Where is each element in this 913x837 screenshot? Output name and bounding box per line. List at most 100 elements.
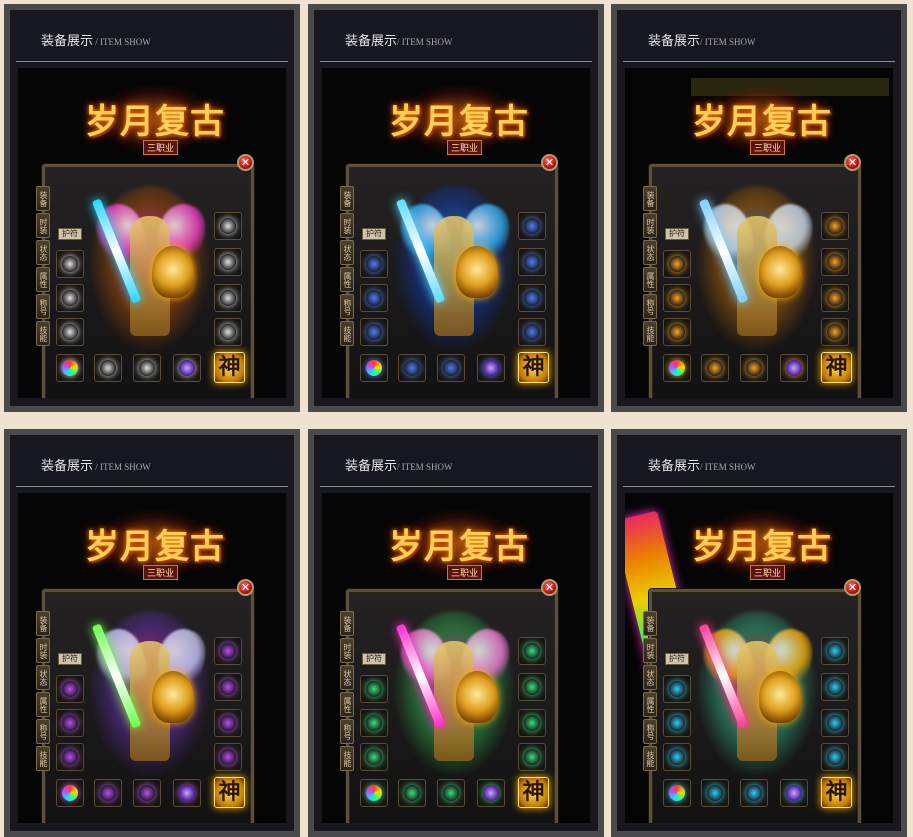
side-tab-3[interactable]: 状态 bbox=[340, 240, 354, 265]
equipment-slot[interactable] bbox=[173, 354, 201, 382]
equipment-slot[interactable] bbox=[360, 779, 388, 807]
item-show-card-6[interactable]: 装备展示/ ITEM SHOW 岁月复古 三职业 ✕ 装备 时装 状态 属性 称号 技能 … bbox=[611, 429, 907, 837]
equipment-slot[interactable] bbox=[518, 212, 546, 240]
equipment-slot[interactable] bbox=[214, 318, 242, 346]
equipment-slot[interactable] bbox=[821, 743, 849, 771]
equipment-slot[interactable] bbox=[780, 354, 808, 382]
god-equipment-slot[interactable]: 神 bbox=[821, 777, 852, 808]
equipment-slot[interactable] bbox=[518, 743, 546, 771]
side-tab-6[interactable]: 技能 bbox=[643, 321, 657, 346]
side-tab-4[interactable]: 属性 bbox=[643, 692, 657, 717]
side-tab-3[interactable]: 状态 bbox=[36, 240, 50, 265]
side-tab-5[interactable]: 称号 bbox=[340, 719, 354, 744]
equipment-slot[interactable] bbox=[663, 284, 691, 312]
side-tab-3[interactable]: 状态 bbox=[340, 665, 354, 690]
item-show-card-2[interactable]: 装备展示/ ITEM SHOW 岁月复古 三职业 ✕ 装备 时装 状态 属性 称号 技能 … bbox=[308, 4, 604, 412]
equipment-slot[interactable] bbox=[398, 779, 426, 807]
equipment-slot[interactable] bbox=[214, 248, 242, 276]
equipment-slot[interactable] bbox=[740, 354, 768, 382]
equipment-slot[interactable] bbox=[518, 673, 546, 701]
item-show-card-4[interactable]: 装备展示 / ITEM SHOW 岁月复古 三职业 ✕ 装备 时装 状态 属性 称号 技能… bbox=[4, 429, 300, 837]
equipment-slot[interactable] bbox=[214, 637, 242, 665]
equipment-slot[interactable] bbox=[56, 709, 84, 737]
equipment-slot[interactable] bbox=[360, 250, 388, 278]
side-tab-1[interactable]: 装备 bbox=[643, 611, 657, 636]
equipment-slot[interactable] bbox=[701, 354, 729, 382]
equipment-slot[interactable] bbox=[663, 675, 691, 703]
equipment-slot[interactable] bbox=[518, 637, 546, 665]
equipment-slot[interactable] bbox=[518, 248, 546, 276]
equipment-slot[interactable] bbox=[56, 250, 84, 278]
equipment-slot[interactable] bbox=[663, 318, 691, 346]
close-icon[interactable]: ✕ bbox=[844, 579, 861, 596]
item-show-card-1[interactable]: 装备展示 / ITEM SHOW 岁月复古 三职业 ✕ 装备 时装 状态 属性 称号 技能… bbox=[4, 4, 300, 412]
equipment-slot[interactable] bbox=[56, 779, 84, 807]
equipment-slot[interactable] bbox=[663, 743, 691, 771]
equipment-slot[interactable] bbox=[780, 779, 808, 807]
equipment-slot[interactable] bbox=[56, 675, 84, 703]
talisman-tag[interactable]: 护符 bbox=[665, 653, 689, 665]
side-tab-4[interactable]: 属性 bbox=[340, 267, 354, 292]
equipment-slot[interactable] bbox=[56, 284, 84, 312]
side-tab-1[interactable]: 装备 bbox=[643, 186, 657, 211]
side-tab-5[interactable]: 称号 bbox=[36, 294, 50, 319]
god-equipment-slot[interactable]: 神 bbox=[214, 352, 245, 383]
equipment-slot[interactable] bbox=[360, 284, 388, 312]
equipment-slot[interactable] bbox=[821, 318, 849, 346]
god-equipment-slot[interactable]: 神 bbox=[518, 777, 549, 808]
side-tab-6[interactable]: 技能 bbox=[340, 746, 354, 771]
item-show-card-5[interactable]: 装备展示/ ITEM SHOW 岁月复古 三职业 ✕ 装备 时装 状态 属性 称号 技能 … bbox=[308, 429, 604, 837]
talisman-tag[interactable]: 护符 bbox=[362, 228, 386, 240]
equipment-slot[interactable] bbox=[821, 284, 849, 312]
equipment-slot[interactable] bbox=[56, 743, 84, 771]
talisman-tag[interactable]: 护符 bbox=[58, 228, 82, 240]
equipment-slot[interactable] bbox=[214, 212, 242, 240]
equipment-slot[interactable] bbox=[214, 743, 242, 771]
equipment-slot[interactable] bbox=[56, 354, 84, 382]
equipment-slot[interactable] bbox=[398, 354, 426, 382]
equipment-slot[interactable] bbox=[56, 318, 84, 346]
talisman-tag[interactable]: 护符 bbox=[665, 228, 689, 240]
equipment-slot[interactable] bbox=[518, 284, 546, 312]
equipment-slot[interactable] bbox=[663, 250, 691, 278]
side-tab-3[interactable]: 状态 bbox=[643, 665, 657, 690]
side-tab-6[interactable]: 技能 bbox=[643, 746, 657, 771]
side-tab-4[interactable]: 属性 bbox=[36, 267, 50, 292]
equipment-slot[interactable] bbox=[821, 248, 849, 276]
equipment-slot[interactable] bbox=[821, 709, 849, 737]
side-tab-6[interactable]: 技能 bbox=[36, 321, 50, 346]
close-icon[interactable]: ✕ bbox=[844, 154, 861, 171]
side-tab-6[interactable]: 技能 bbox=[340, 321, 354, 346]
side-tab-3[interactable]: 状态 bbox=[643, 240, 657, 265]
side-tab-3[interactable]: 状态 bbox=[36, 665, 50, 690]
talisman-tag[interactable]: 护符 bbox=[58, 653, 82, 665]
item-show-card-3[interactable]: 装备展示/ ITEM SHOW 岁月复古 三职业 ✕ 装备 时装 状态 属性 称号 技能 … bbox=[611, 4, 907, 412]
equipment-slot[interactable] bbox=[360, 743, 388, 771]
god-equipment-slot[interactable]: 神 bbox=[821, 352, 852, 383]
side-tab-4[interactable]: 属性 bbox=[36, 692, 50, 717]
side-tab-5[interactable]: 称号 bbox=[340, 294, 354, 319]
side-tab-5[interactable]: 称号 bbox=[643, 719, 657, 744]
equipment-slot[interactable] bbox=[214, 709, 242, 737]
equipment-slot[interactable] bbox=[663, 354, 691, 382]
equipment-slot[interactable] bbox=[437, 779, 465, 807]
equipment-slot[interactable] bbox=[133, 354, 161, 382]
equipment-slot[interactable] bbox=[701, 779, 729, 807]
side-tab-4[interactable]: 属性 bbox=[643, 267, 657, 292]
side-tab-2[interactable]: 时装 bbox=[340, 213, 354, 238]
equipment-slot[interactable] bbox=[360, 709, 388, 737]
equipment-slot[interactable] bbox=[360, 675, 388, 703]
equipment-slot[interactable] bbox=[821, 673, 849, 701]
side-tab-1[interactable]: 装备 bbox=[36, 611, 50, 636]
equipment-slot[interactable] bbox=[740, 779, 768, 807]
equipment-slot[interactable] bbox=[94, 779, 122, 807]
equipment-slot[interactable] bbox=[94, 354, 122, 382]
equipment-slot[interactable] bbox=[437, 354, 465, 382]
close-icon[interactable]: ✕ bbox=[541, 154, 558, 171]
equipment-slot[interactable] bbox=[360, 318, 388, 346]
side-tab-2[interactable]: 时装 bbox=[643, 213, 657, 238]
god-equipment-slot[interactable]: 神 bbox=[214, 777, 245, 808]
side-tab-5[interactable]: 称号 bbox=[643, 294, 657, 319]
god-equipment-slot[interactable]: 神 bbox=[518, 352, 549, 383]
close-icon[interactable]: ✕ bbox=[237, 579, 254, 596]
